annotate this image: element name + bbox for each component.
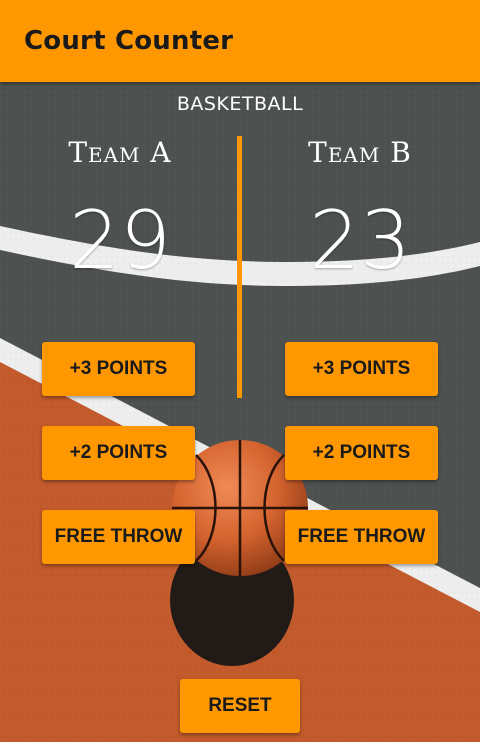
court-counter-screen: Court Counter BASKETBALL Team A Team B 2… [0,0,480,742]
team-divider [237,136,242,398]
team-a-free-throw-button[interactable]: FREE THROW [42,510,195,564]
team-a-plus-2-button[interactable]: +2 POINTS [42,426,195,480]
team-b-plus-2-button[interactable]: +2 POINTS [285,426,438,480]
team-b-plus-3-button[interactable]: +3 POINTS [285,342,438,396]
reset-button[interactable]: RESET [180,679,300,733]
team-a-plus-3-button[interactable]: +3 POINTS [42,342,195,396]
team-b-score: 23 [309,194,411,287]
team-b-free-throw-button[interactable]: FREE THROW [285,510,438,564]
app-title: Court Counter [24,26,234,56]
team-a-score: 29 [69,194,171,287]
team-b-name: Team B [308,136,412,169]
app-bar: Court Counter [0,0,480,82]
sport-label: BASKETBALL [176,93,304,115]
team-a-name: Team A [68,136,172,169]
